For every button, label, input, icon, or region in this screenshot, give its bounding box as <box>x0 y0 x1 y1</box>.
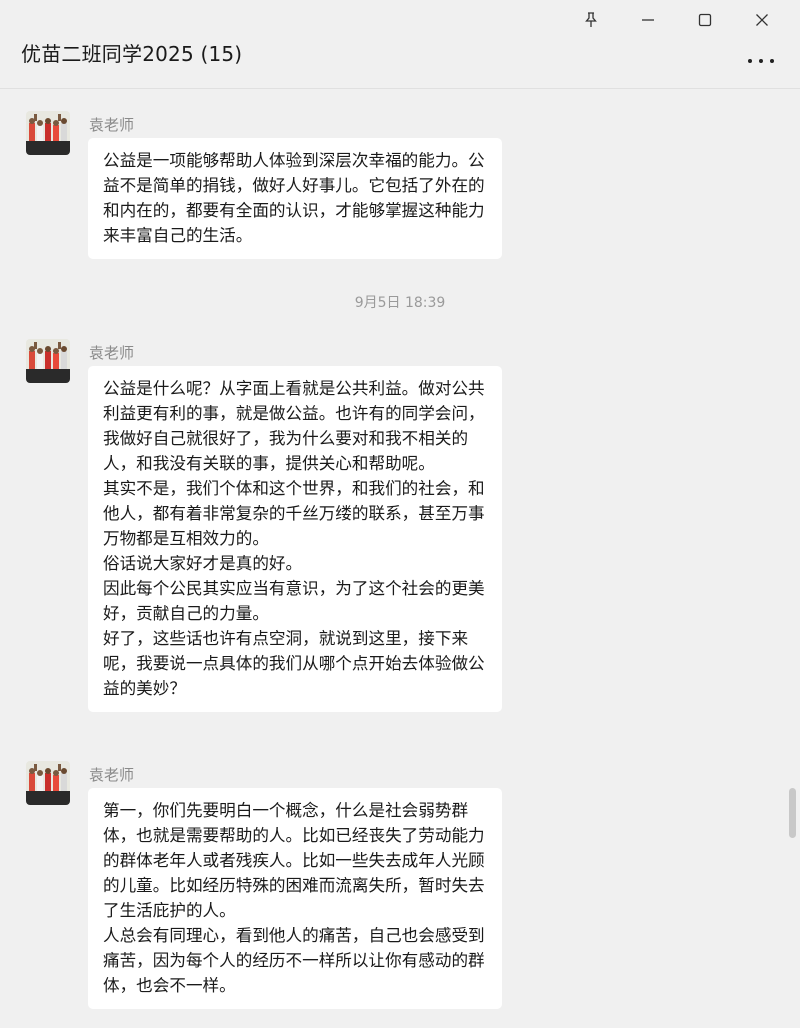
sender-avatar[interactable] <box>26 339 70 383</box>
message-bubble[interactable]: 公益是什么呢？从字面上看就是公共利益。做对公共利益更有利的事，就是做公益。也许有… <box>88 366 502 712</box>
sender-name: 袁老师 <box>89 116 135 134</box>
maximize-icon <box>698 13 711 27</box>
chat-header: 优苗二班同学2025 (15) <box>0 0 800 89</box>
sender-avatar[interactable] <box>26 111 70 155</box>
maximize-button[interactable] <box>676 6 733 34</box>
message-list: 袁老师 公益是一项能够帮助人体验到深层次幸福的能力。公益不是简单的捐钱，做好人好… <box>0 89 800 1028</box>
pin-icon <box>584 12 597 27</box>
minimize-button[interactable] <box>619 6 676 34</box>
message-timestamp: 9月5日 18:39 <box>354 295 446 311</box>
chat-window: 优苗二班同学2025 (15) 袁老师 公益是一项能够帮助人体验到深层次幸福的能… <box>0 0 800 1028</box>
pin-button[interactable] <box>562 6 619 34</box>
close-icon <box>755 14 768 26</box>
message-bubble[interactable]: 第一，你们先要明白一个概念，什么是社会弱势群体，也就是需要帮助的人。比如已经丧失… <box>88 788 502 1009</box>
message-bubble[interactable]: 公益是一项能够帮助人体验到深层次幸福的能力。公益不是简单的捐钱，做好人好事儿。它… <box>88 138 502 259</box>
more-icon <box>748 59 752 63</box>
more-button[interactable] <box>748 56 774 66</box>
sender-name: 袁老师 <box>89 766 135 784</box>
window-controls <box>562 6 790 34</box>
sender-avatar[interactable] <box>26 761 70 805</box>
close-button[interactable] <box>733 6 790 34</box>
sender-name: 袁老师 <box>89 344 135 362</box>
minimize-icon <box>641 19 654 21</box>
scrollbar-thumb[interactable] <box>789 788 796 838</box>
chat-title: 优苗二班同学2025 (15) <box>21 42 243 66</box>
